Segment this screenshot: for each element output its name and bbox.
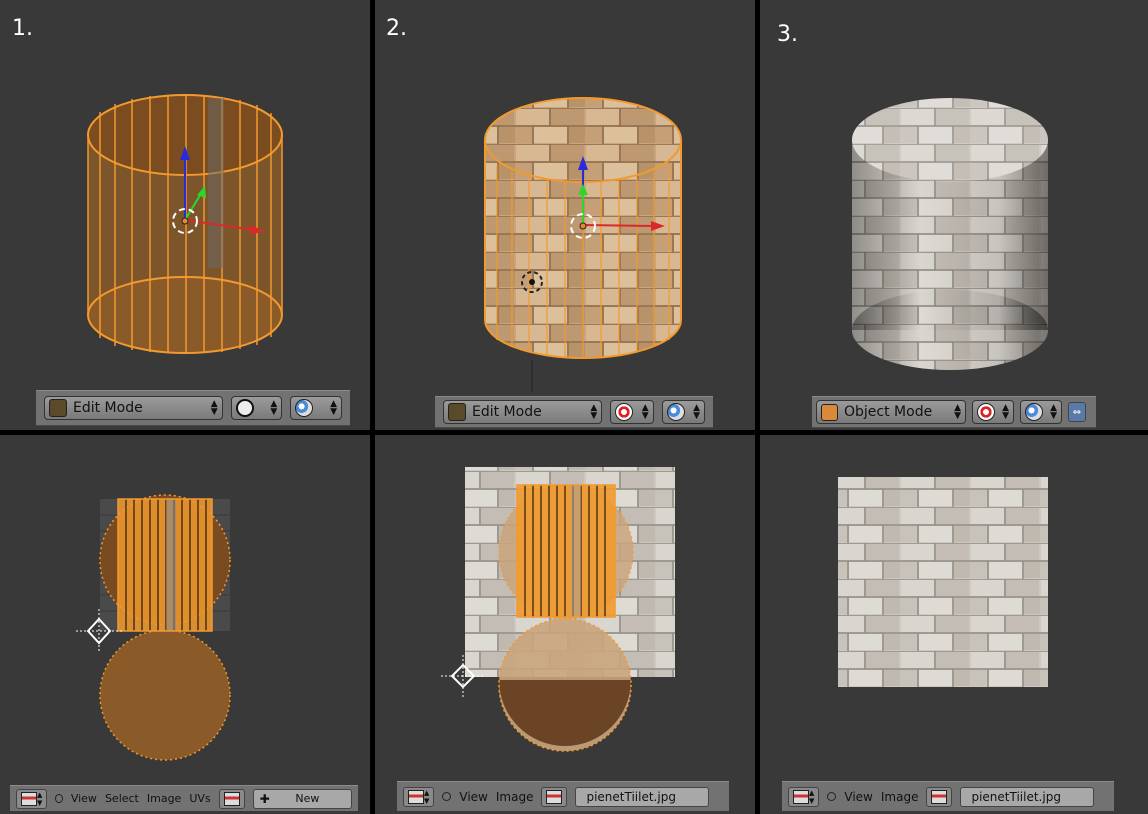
viewport-panel-2[interactable]: 2. Edit Mode ▲ ▼ ▲ ▼ ▲ ▼ [375,0,755,430]
pivot-selector[interactable]: ▲ ▼ [661,400,705,424]
image-name-label: pienetTiilet.jpg [586,789,676,804]
mode-label: Edit Mode [472,404,542,420]
uv-editor-header: ▲ ▼ View Image pienetTiilet.jpg [397,781,729,811]
new-image-button[interactable]: ✚ New [252,788,352,809]
dropdown-arrows-icon: ▲ ▼ [270,399,278,417]
dropdown-arrows-icon: ▲ ▼ [641,403,649,421]
mode-selector[interactable]: Edit Mode ▲ ▼ [44,396,223,420]
3d-view-header: Edit Mode ▲ ▼ ▲ ▼ ▲ ▼ [435,396,713,428]
editor-type-selector[interactable]: ▲ ▼ [403,786,435,807]
uv-editor-panel-2[interactable]: ▲ ▼ View Image pienetTiilet.jpg [375,435,755,814]
dropdown-arrows-icon: ▲ ▼ [37,790,43,807]
menu-view[interactable]: View [459,790,487,804]
mode-label: Object Mode [844,404,933,420]
browse-image-button[interactable] [541,786,568,807]
menu-image[interactable]: Image [881,790,919,804]
image-editor-icon [21,791,37,806]
step-number: 2. [386,16,407,41]
collapse-menu-button[interactable] [827,792,837,801]
browse-image-button[interactable] [218,788,245,809]
menu-image[interactable]: Image [496,790,534,804]
menu-select[interactable]: Select [105,792,139,805]
image-icon [546,789,563,804]
3d-view-header: Edit Mode ▲ ▼ ▲ ▼ ▲ ▼ [36,390,350,426]
mode-label: Edit Mode [73,400,143,416]
browse-image-button[interactable] [926,786,953,807]
uv-layout-empty-image [76,494,231,761]
step-number: 3. [777,22,798,47]
collapse-menu-button[interactable] [442,792,452,801]
pivot-icon [666,403,685,421]
dropdown-arrows-icon: ▲ ▼ [1002,403,1009,421]
image-icon [223,791,240,806]
pivot-selector[interactable]: ▲ ▼ [290,396,342,420]
uv-editor-panel-1[interactable]: ▲ ▼ View Select Image UVs ✚ New [0,435,370,814]
textured-object-mode-cylinder [852,98,1048,370]
viewport-panel-3[interactable]: 3. Object Mode ▲ ▼ ▲ ▼ ▲ ▼ ⇔ [760,0,1148,430]
editor-type-selector[interactable]: ▲ ▼ [16,788,48,809]
uv-editor-panel-3[interactable]: ▲ ▼ View Image pienetTiilet.jpg [760,435,1148,814]
pivot-icon [1025,403,1043,421]
dropdown-arrows-icon: ▲ ▼ [693,403,700,421]
step-number: 1. [12,16,33,41]
plus-icon: ✚ [259,791,270,806]
pivot-icon [295,399,314,417]
proportional-editing-icon [615,403,634,421]
uv-editor-header: ▲ ▼ View Select Image UVs ✚ New [10,785,358,811]
manipulator-icon: ⇔ [1072,406,1082,418]
dropdown-arrows-icon: ▲ ▼ [424,788,430,805]
proportional-editing-selector[interactable]: ▲ ▼ [610,400,654,424]
menu-view[interactable]: View [844,790,872,804]
image-editor-icon [408,789,424,804]
pivot-selector[interactable]: ▲ ▼ [1020,400,1062,424]
image-name-field[interactable]: pienetTiilet.jpg [960,786,1095,807]
mode-selector[interactable]: Edit Mode ▲ ▼ [443,400,603,424]
textured-edit-mode-cylinder [484,97,682,392]
manipulator-toggle-button[interactable]: ⇔ [1068,402,1086,422]
object-mode-icon [821,403,838,421]
image-name-label: pienetTiilet.jpg [971,789,1061,804]
image-name-field[interactable]: pienetTiilet.jpg [575,786,710,807]
menu-view[interactable]: View [71,792,97,805]
proportional-editing-selector[interactable]: ▲ ▼ [972,400,1014,424]
dropdown-arrows-icon: ▲ ▼ [954,403,961,421]
image-editor-icon [793,789,809,804]
viewport-shading-icon [235,399,254,417]
menu-uvs[interactable]: UVs [189,792,210,805]
new-image-label: New [295,792,320,805]
edit-mode-cylinder-wireframe [87,94,283,354]
dropdown-arrows-icon: ▲ ▼ [330,399,337,417]
viewport-shading-selector[interactable]: ▲ ▼ [230,396,283,420]
brick-texture-image [838,477,1048,687]
image-icon [931,789,948,804]
proportional-editing-icon [977,403,995,421]
viewport-panel-1[interactable]: 1. Edit Mode ▲ ▼ ▲ ▼ ▲ ▼ [0,0,370,430]
menu-image[interactable]: Image [147,792,181,805]
edit-mode-icon [448,403,466,421]
uv-editor-header: ▲ ▼ View Image pienetTiilet.jpg [782,781,1114,811]
collapse-menu-button[interactable] [55,794,63,803]
editor-type-selector[interactable]: ▲ ▼ [788,786,820,807]
mode-selector[interactable]: Object Mode ▲ ▼ [816,400,966,424]
uv-layout-on-brick-image [441,467,675,752]
3d-view-header: Object Mode ▲ ▼ ▲ ▼ ▲ ▼ ⇔ [812,396,1096,428]
dropdown-arrows-icon: ▲ ▼ [1050,403,1057,421]
dropdown-arrows-icon: ▲ ▼ [809,788,815,805]
dropdown-arrows-icon: ▲ ▼ [210,399,218,417]
edit-mode-icon [49,399,67,417]
dropdown-arrows-icon: ▲ ▼ [590,403,598,421]
